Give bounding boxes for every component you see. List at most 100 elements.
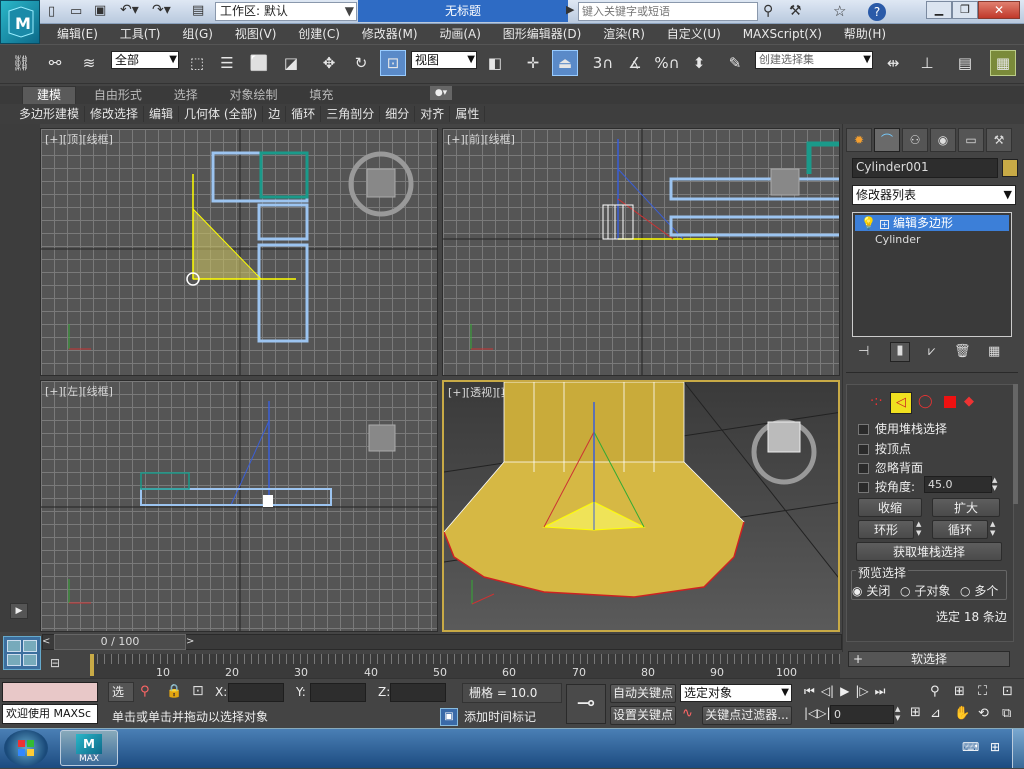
maximize-button[interactable]: ❐ (952, 1, 978, 19)
ribbon-geometry-all[interactable]: 几何体 (全部) (179, 106, 264, 122)
goto-end-icon[interactable]: ⏭ (875, 684, 886, 698)
maximize-viewport-icon[interactable]: ⧉ (1002, 706, 1011, 721)
ribbon-properties[interactable]: 属性 (450, 106, 486, 122)
viewport-layout-button[interactable] (3, 636, 41, 670)
menu-animation[interactable]: 动画(A) (430, 24, 490, 44)
absolute-mode-icon[interactable]: ⊡ (192, 683, 204, 699)
pin-stack-icon[interactable]: ⊣ (858, 344, 869, 359)
unlink-icon[interactable]: ⚯ (42, 50, 68, 76)
network-tray-icon[interactable]: ⊞ (990, 740, 1000, 754)
z-coordinate-field[interactable] (390, 683, 446, 702)
lightbulb-icon[interactable]: 💡 (861, 216, 876, 230)
tab-freeform[interactable]: 自由形式 (80, 87, 156, 104)
menu-modifiers[interactable]: 修改器(M) (353, 24, 427, 44)
tab-modeling[interactable]: 建模 (22, 86, 77, 105)
angle-snap-icon[interactable]: ∡ (622, 50, 648, 76)
start-button[interactable] (4, 730, 48, 766)
ribbon-subdivision[interactable]: 细分 (380, 106, 416, 122)
angle-spinner-arrows[interactable]: ▲ ▼ (992, 476, 1002, 493)
next-frame-icon[interactable]: |▷ (855, 684, 868, 698)
rotate-icon[interactable]: ↻ (348, 50, 374, 76)
ring-spinner-icon[interactable]: ▲ ▼ (916, 520, 926, 538)
ribbon-align[interactable]: 对齐 (415, 106, 451, 122)
menu-views[interactable]: 视图(V) (226, 24, 286, 44)
display-tab-icon[interactable]: ▭ (958, 128, 984, 152)
key-filters-button[interactable]: 关键点过滤器... (702, 706, 792, 725)
element-level-icon[interactable]: ◆ (964, 394, 974, 409)
snap-3d-icon[interactable]: 3 ∩ (590, 50, 616, 76)
key-filters-icon[interactable]: ∿ (682, 706, 693, 721)
auto-key-button[interactable]: 自动关键点 (610, 684, 676, 703)
qat-redo-icon[interactable]: ↷▾ (152, 2, 174, 20)
bind-spacewarp-icon[interactable]: ≋ (76, 50, 102, 76)
menu-maxscript[interactable]: MAXScript(X) (734, 24, 831, 44)
menu-rendering[interactable]: 渲染(R) (594, 24, 654, 44)
pivot-center-icon[interactable]: ◧ (482, 50, 508, 76)
create-tab-icon[interactable]: ✹ (846, 128, 872, 152)
isolate-selection-icon[interactable]: ⚲ (140, 684, 150, 699)
y-coordinate-field[interactable] (310, 683, 366, 702)
command-panel-scrollbar[interactable] (1013, 384, 1018, 504)
utilities-tab-icon[interactable]: ⚒ (986, 128, 1012, 152)
field-of-view-icon[interactable]: ⊿ (930, 706, 941, 721)
key-mode-dropdown[interactable]: 选定对象 ▼ (680, 684, 792, 702)
stack-item-edit-poly[interactable]: 💡 + 编辑多边形 (855, 215, 1009, 231)
add-time-tag-label[interactable]: 添加时间标记 (464, 708, 536, 726)
polygon-level-icon[interactable] (944, 396, 956, 408)
menu-tools[interactable]: 工具(T) (111, 24, 170, 44)
ribbon-edit[interactable]: 编辑 (144, 106, 180, 122)
qat-project-icon[interactable]: ▤ (192, 3, 208, 19)
select-object-icon[interactable]: ⬚ (184, 50, 210, 76)
close-button[interactable]: ✕ (978, 1, 1020, 19)
menu-edit[interactable]: 编辑(E) (48, 24, 107, 44)
qat-new-icon[interactable]: ▯ (48, 4, 64, 20)
remove-modifier-icon[interactable]: 🗑 (954, 344, 971, 359)
viewport-left[interactable]: [+][左][线框] (40, 380, 438, 632)
app-logo-button[interactable]: M (0, 0, 40, 44)
maxscript-mini-listener[interactable]: 欢迎使用 MAXSc (2, 704, 98, 724)
show-end-result-icon[interactable]: ▮ (890, 342, 910, 362)
tab-populate[interactable]: 填充 (295, 87, 347, 104)
communication-icon[interactable]: ⚒ (789, 3, 802, 19)
expand-plus-icon[interactable]: + (879, 220, 889, 229)
qat-undo-icon[interactable]: ↶▾ (120, 2, 142, 20)
angle-spinner[interactable]: 45.0 (924, 476, 992, 493)
menu-help[interactable]: 帮助(H) (835, 24, 895, 44)
edge-level-icon[interactable]: ◁ (890, 392, 912, 414)
orbit-icon[interactable]: ⟲ (978, 706, 989, 721)
option-ignore-backfacing[interactable]: 忽略背面 (858, 459, 923, 476)
checkbox[interactable] (858, 463, 869, 474)
menu-group[interactable]: 组(G) (173, 24, 222, 44)
hierarchy-tab-icon[interactable]: ⚇ (902, 128, 928, 152)
binoculars-icon[interactable]: ⚲ (763, 3, 773, 19)
ribbon-poly-modeling[interactable]: 多边形建模 (14, 106, 86, 122)
prev-frame-icon[interactable]: ◁| (821, 684, 834, 698)
ribbon-modify-selection[interactable]: 修改选择 (85, 106, 145, 122)
radio-icon[interactable]: ○ (900, 584, 910, 598)
schematic-icon[interactable]: ▦ (990, 50, 1016, 76)
key-mode-toggle-icon[interactable]: |◁▷| (804, 706, 831, 720)
favorites-icon[interactable]: ☆ (833, 2, 846, 20)
grow-button[interactable]: 扩大 (932, 498, 1000, 517)
radio-selected-icon[interactable]: ◉ (852, 584, 862, 598)
tab-object-paint[interactable]: 对象绘制 (216, 87, 292, 104)
menu-customize[interactable]: 自定义(U) (658, 24, 730, 44)
keyboard-tray-icon[interactable]: ⌨ (962, 740, 979, 754)
curve-editor-toggle-icon[interactable]: ⊟ (50, 656, 72, 672)
soft-selection-rollout[interactable]: + 软选择 (848, 651, 1010, 667)
scale-icon[interactable]: ⊡ (380, 50, 406, 76)
configure-sets-icon[interactable]: ▦ (988, 344, 1000, 359)
spinner-snap-icon[interactable]: ⬍ (686, 50, 712, 76)
menu-create[interactable]: 创建(C) (289, 24, 349, 44)
select-by-name-icon[interactable]: ☰ (214, 50, 240, 76)
select-link-icon[interactable]: ⛓ (8, 50, 34, 76)
track-bar[interactable] (90, 654, 840, 678)
ref-coord-dropdown[interactable]: 视图 ▼ (411, 51, 477, 69)
percent-snap-icon[interactable]: % ∩ (654, 50, 680, 76)
ribbon-loops[interactable]: 循环 (286, 106, 322, 122)
zoom-icon[interactable]: ⚲ (930, 684, 940, 699)
ring-button[interactable]: 环形 (858, 520, 914, 539)
viewport-perspective[interactable]: [+][透视][真实] (442, 380, 840, 632)
layers-icon[interactable]: ▤ (952, 50, 978, 76)
frame-spinner-icon[interactable]: ▲ ▼ (895, 705, 905, 723)
